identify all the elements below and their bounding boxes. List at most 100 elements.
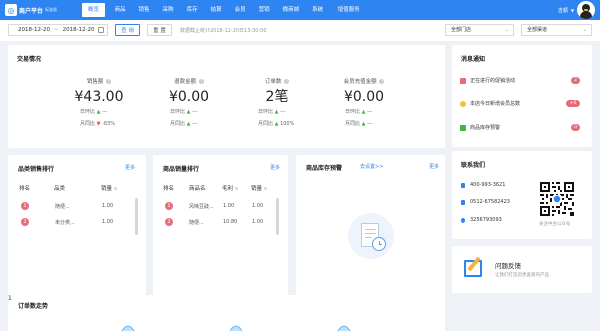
rank-badge: 1 — [21, 202, 29, 210]
stat-value: ¥0.00 — [168, 89, 210, 105]
col-header-qty-text: 销量 — [101, 186, 113, 192]
notice-item-stock-alert[interactable]: 商品库存预警 — [460, 124, 500, 131]
help-icon[interactable]: ? — [379, 79, 385, 84]
notice-title: 消息通知 — [461, 56, 486, 63]
sort-icon: ⇅ — [234, 186, 239, 191]
month-compare-label: 月同比 — [258, 121, 274, 127]
nav-item-sales[interactable]: 销售 — [132, 0, 156, 20]
help-icon[interactable]: ? — [106, 79, 112, 84]
product-profit: 10.80 — [223, 219, 238, 225]
nav-item-overview[interactable]: 概览 — [82, 3, 106, 17]
store-select[interactable]: 全部门店 ⌄ — [445, 24, 514, 36]
nav-item-products[interactable]: 商品 — [108, 0, 132, 20]
qr-caption: 关注中台公众号 — [539, 222, 571, 227]
col-header-qty[interactable]: 销量 ⇅ — [101, 184, 117, 192]
col-header-profit[interactable]: 毛利 ⇅ — [222, 184, 238, 192]
reset-button[interactable]: 重 置 — [147, 24, 172, 36]
calendar-icon — [98, 27, 104, 33]
stat-value: ¥43.00 — [74, 89, 124, 105]
chevron-down-icon: ▼ — [570, 7, 574, 13]
trend-peak — [121, 325, 135, 331]
logo[interactable]: ◎ 商户平台 标准版 — [5, 4, 65, 16]
logo-name: 商户平台 — [19, 7, 44, 15]
clock-icon — [372, 237, 386, 251]
order-trend-chart — [121, 325, 351, 331]
stock-alert-title: 商品库存预警 — [306, 165, 343, 172]
stat-label: 会员充值金额 ? — [314, 77, 414, 85]
arrow-up-icon: ▲ — [361, 121, 366, 127]
contact-panel: 联系我们 400-993-3621 0512-67582423 32567930… — [452, 151, 592, 239]
help-icon[interactable]: ? — [198, 79, 204, 84]
query-button[interactable]: 查 询 — [115, 24, 140, 36]
notice-count-badge: 0 — [571, 124, 580, 131]
category-rank-title: 品类销售排行 — [18, 166, 55, 173]
col-header-qty[interactable]: 销量 ⇅ — [251, 184, 267, 192]
notice-label: 本店今日新增会员总数 — [470, 101, 521, 107]
date-range-picker[interactable]: 2018-12-20 ~ 2018-12-20 — [8, 24, 108, 36]
nav-item-settlement[interactable]: 结算 — [204, 0, 228, 20]
product-profit: 1.00 — [223, 203, 235, 209]
contact-qq: 3256793093 — [461, 217, 502, 223]
channel-select[interactable]: 全部渠道 ⌄ — [521, 24, 592, 36]
filter-bar: 2018-12-20 ~ 2018-12-20 查 询 重 置 数据截止统计20… — [0, 20, 600, 41]
month-compare-value: --- — [367, 121, 373, 127]
empty-state-illustration — [348, 213, 394, 259]
arrow-up-icon: ▲ — [361, 109, 366, 115]
product-name: 风味豆豉... — [189, 204, 214, 210]
day-compare-value: --- — [192, 109, 198, 115]
stat-value: ¥0.00 — [343, 89, 385, 105]
nav-item-system[interactable]: 系统 — [306, 0, 330, 20]
qr-code — [540, 182, 574, 216]
product-rank-more-link[interactable]: 更多 — [270, 164, 280, 171]
tel-number: 0512-67582423 — [470, 199, 510, 205]
scrollbar[interactable] — [135, 198, 138, 235]
rank-badge: 2 — [21, 218, 29, 226]
user-menu[interactable]: 吉顺 ▼ — [558, 0, 574, 20]
day-compare-label: 日环比 — [345, 109, 361, 115]
day-compare-value: --- — [280, 109, 286, 115]
nav-item-inventory[interactable]: 库存 — [180, 0, 204, 20]
qq-icon — [461, 217, 465, 223]
nav-item-purchase[interactable]: 采购 — [156, 0, 180, 20]
notice-item-promotions[interactable]: 正在进行的促销活动 — [460, 77, 515, 84]
scrollbar[interactable] — [276, 198, 279, 235]
trade-title: 交易情况 — [17, 56, 42, 63]
contact-title: 联系我们 — [461, 162, 486, 169]
day-compare: 日环比 ▲ --- — [139, 108, 239, 115]
stock-alert-more-link[interactable]: 更多 — [429, 163, 439, 170]
product-rank-title: 商品销量排行 — [163, 166, 200, 173]
stat-value: 2笔 — [265, 89, 289, 105]
data-cutoff-hint: 数据截止统计2018-12-20日13:30:00 — [180, 28, 267, 34]
channel-select-value: 全部渠道 — [527, 27, 548, 33]
stat-label-text: 会员充值金额 — [343, 79, 377, 85]
edition-label: 标准版 — [45, 7, 58, 12]
nav-item-value-added[interactable]: 增值服务 — [330, 0, 368, 20]
day-compare-label: 日环比 — [170, 109, 186, 115]
order-trend-title: 订单数走势 — [18, 303, 49, 310]
stock-alert-settings-link[interactable]: 去设置>> — [360, 163, 383, 170]
nav-item-members[interactable]: 会员 — [228, 0, 252, 20]
stat-sales: 销售额 ? ¥43.00 日环比 ▲ --- 月同比 ▼ -83% — [49, 77, 149, 127]
nav-item-micro-mall[interactable]: 微商城 — [276, 0, 306, 20]
feedback-panel[interactable]: 问题反馈 让我们打造您更喜爱的产品 — [452, 246, 592, 293]
day-compare-label: 日环比 — [258, 109, 274, 115]
telephone-icon — [461, 199, 465, 205]
product-name: 随便... — [189, 220, 204, 226]
penguin-beak — [584, 9, 588, 11]
order-trend-header: 订单数走势 1 — [8, 295, 445, 331]
month-compare-label: 月同比 — [345, 121, 361, 127]
star-icon — [460, 100, 466, 107]
stat-member-recharge: 会员充值金额 ? ¥0.00 日环比 ▲ --- 月同比 ▲ --- — [314, 77, 414, 127]
help-icon[interactable]: ? — [284, 79, 290, 84]
doc-line — [365, 233, 376, 235]
day-compare-label: 日环比 — [80, 109, 96, 115]
notice-label: 商品库存预警 — [470, 125, 501, 131]
clock-hand — [379, 244, 382, 245]
penguin-body — [580, 11, 592, 19]
avatar[interactable] — [577, 1, 595, 19]
category-rank-more-link[interactable]: 更多 — [125, 164, 135, 171]
stock-alert-panel: 商品库存预警 去设置>> 更多 — [296, 155, 445, 315]
notice-item-new-members[interactable]: 本店今日新增会员总数 — [460, 100, 520, 107]
day-compare: 日环比 ▲ --- — [227, 108, 327, 115]
nav-item-marketing[interactable]: 营销 — [252, 0, 276, 20]
